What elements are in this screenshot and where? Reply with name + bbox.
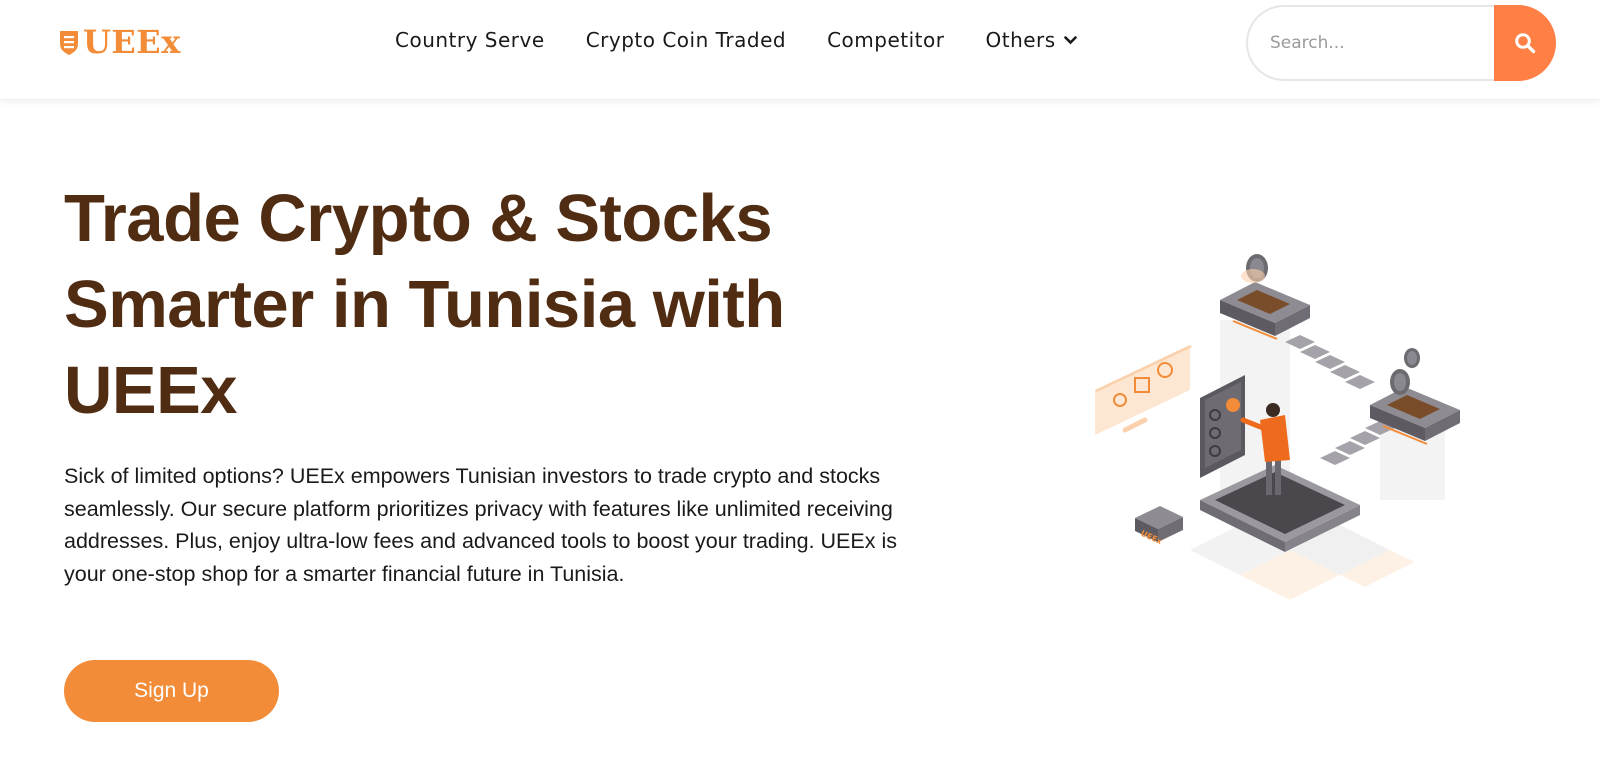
ueex-box: UEEx bbox=[1135, 506, 1183, 547]
site-header: UEEx Country Serve Crypto Coin Traded Co… bbox=[0, 0, 1600, 100]
hero-title-line: UEEx bbox=[64, 353, 238, 428]
nav-crypto-coin-traded[interactable]: Crypto Coin Traded bbox=[586, 28, 786, 52]
sign-up-button[interactable]: Sign Up bbox=[64, 660, 279, 722]
nav-country-serve[interactable]: Country Serve bbox=[395, 28, 545, 52]
search-form bbox=[1246, 5, 1556, 81]
search-input[interactable] bbox=[1246, 5, 1495, 81]
main-nav: Country Serve Crypto Coin Traded Competi… bbox=[395, 28, 1077, 52]
logo-text: UEEx bbox=[83, 23, 181, 61]
hero-title-line: Trade Crypto & Stocks bbox=[64, 181, 773, 256]
nav-others-dropdown[interactable]: Others bbox=[985, 28, 1077, 52]
logo[interactable]: UEEx bbox=[58, 23, 181, 61]
hero-title-line: Smarter in Tunisia with bbox=[64, 267, 785, 342]
stairs bbox=[1285, 335, 1395, 465]
crypto-trading-illustration: UEEx bbox=[1095, 254, 1460, 600]
nav-others-label: Others bbox=[985, 28, 1056, 52]
search-icon bbox=[1515, 33, 1536, 54]
hero-title: Trade Crypto & Stocks Smarter in Tunisia… bbox=[64, 176, 924, 434]
shield-logo-icon bbox=[60, 31, 78, 55]
search-button[interactable] bbox=[1494, 5, 1556, 81]
nav-competitor[interactable]: Competitor bbox=[827, 28, 944, 52]
chevron-down-icon bbox=[1063, 35, 1077, 44]
floating-feature-panel bbox=[1095, 345, 1192, 435]
hero-description: Sick of limited options? UEEx empowers T… bbox=[64, 464, 897, 586]
